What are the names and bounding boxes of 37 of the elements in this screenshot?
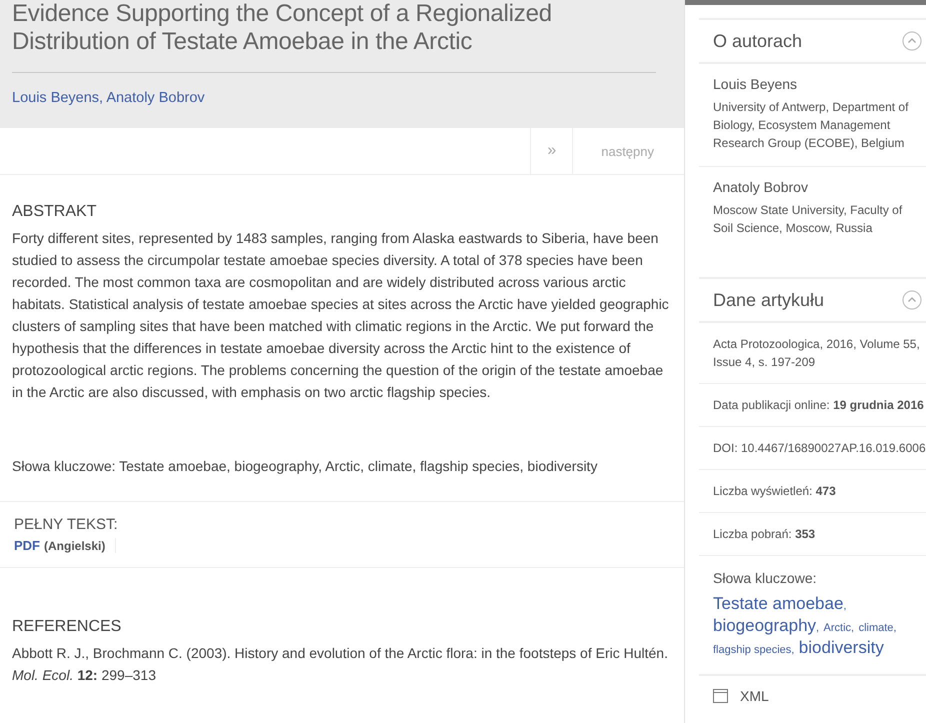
- article-detail: Data publikacji online: 19 grudnia 2016: [713, 397, 925, 414]
- xml-link[interactable]: XML: [740, 688, 769, 704]
- article-detail: Liczba wyświetleń: 473: [713, 483, 837, 500]
- panel-title: Dane artykułu: [713, 290, 824, 310]
- authors-link[interactable]: Louis Beyens, Anatoly Bobrov: [12, 90, 205, 106]
- collapse-icon[interactable]: [902, 290, 922, 310]
- panel-title: O autorach: [713, 30, 802, 52]
- author-name: Anatoly Bobrov: [713, 179, 809, 195]
- abstract-heading: ABSTRAKT: [12, 203, 98, 221]
- separator-comma: ,: [843, 600, 846, 612]
- keyword-link[interactable]: climate: [858, 622, 894, 634]
- article-detail: Liczba pobrań: 353: [713, 526, 816, 543]
- collapse-icon[interactable]: [902, 31, 922, 51]
- keyword-link[interactable]: Arctic: [824, 622, 852, 634]
- keywords-label: Słowa kluczowe:: [713, 570, 818, 586]
- separator-comma: ,: [791, 644, 794, 656]
- separator-comma: ,: [851, 622, 854, 634]
- author-affiliation: Moscow State University, Faculty of Soil Science, Moscow, Russia: [713, 202, 904, 237]
- abstract-text: Forty different sites, represented by 1483 samples, ranging from Alaska eastwards to Siberia, have been studied to assess the circumpolar testate amoebae species diversity. A total of 378 species have been recorded. The most common taxa are cosmopolitan and are widely distributed across various arctic habitats. Statistical analysis of testate amoebae species at sites across the Arctic have yielded geographic clusters of sampling sites that have been matched with climatic regions in the Arctic. We put forward the hypothesis that the differences in testate amoebae diversity across the Arctic hint to the existence of protozoological arctic regions. The problems concerning the question of the origin of the testate amoebae in the Arctic are also discussed, with emphasis on two arctic flagship species.: [12, 229, 670, 402]
- full-text-heading: PEŁNY TEKST:: [14, 516, 119, 533]
- article-detail: Acta Protozoologica, 2016, Volume 55, Issue 4, s. 197-209: [713, 336, 921, 371]
- references-heading: REFERENCES: [12, 618, 122, 636]
- separator-comma: ,: [816, 622, 820, 634]
- separator-comma: ,: [893, 622, 896, 634]
- article-detail: DOI: 10.4467/16890027AP.16.019.6006: [713, 440, 926, 457]
- article-title: Evidence Supporting the Concept of a Regionalized Distribution of Testate Amoebae in the Arctic: [12, 0, 553, 56]
- keyword-link[interactable]: biogeography: [713, 616, 816, 635]
- keywords-text: Słowa kluczowe: Testate amoebae, biogeography, Arctic, climate, flagship species, biodiversity: [12, 457, 598, 476]
- keyword-link[interactable]: biodiversity: [798, 638, 884, 657]
- reference-text: Abbott R. J., Brochmann C. (2003). History and evolution of the Arctic flora: in the footsteps of Eric Hultén. Mol. Ecol. 12: 299–313: [12, 644, 669, 685]
- keyword-link[interactable]: flagship species: [713, 644, 792, 656]
- author-affiliation: University of Antwerp, Department of Biology, Ecosystem Management Research Group (ECOBE), Belgium: [713, 99, 910, 152]
- author-name: Louis Beyens: [713, 76, 798, 92]
- keyword-link[interactable]: Testate amoebae: [713, 594, 844, 613]
- window-icon: [713, 689, 728, 703]
- language-label: (Angielski): [44, 539, 106, 553]
- pdf-link[interactable]: PDF: [14, 538, 40, 553]
